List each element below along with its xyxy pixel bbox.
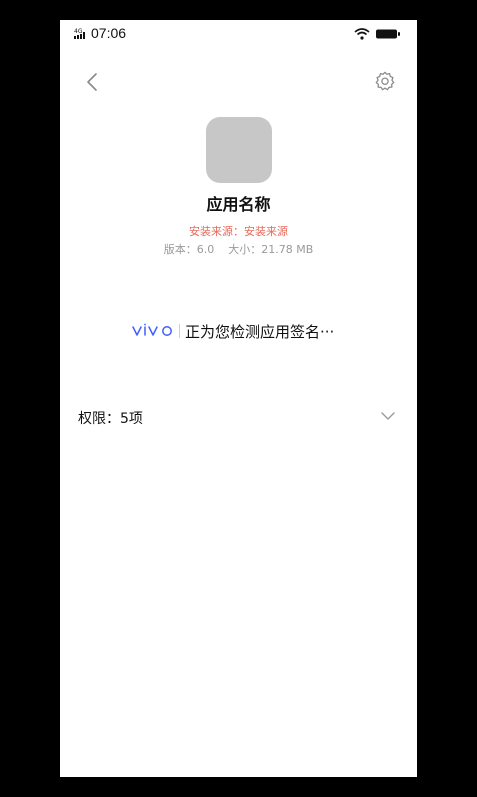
vivo-logo [132,323,172,336]
signal-label: 4G [74,28,83,35]
signal-icon: 4G [74,28,85,39]
permissions-label: 权限：5项 [78,411,143,427]
chevron-left-icon[interactable] [82,70,102,94]
app-version: 版本：6.0 [163,243,215,256]
status-time: 07:06 [91,25,127,41]
scan-status-text: 正为您检测应用签名··· [185,323,335,341]
install-source: 安装来源：安装来源 [189,225,288,238]
wifi-icon [354,28,370,40]
app-meta: 版本：6.0 大小：21.78 MB [60,241,417,257]
gear-icon[interactable] [374,70,396,92]
app-size: 大小：21.78 MB [228,243,314,256]
chevron-down-icon[interactable] [380,409,396,423]
app-name: 应用名称 [206,195,271,214]
status-bar: 4G 07:06 [60,20,417,48]
battery-icon [376,29,400,39]
brand-divider [179,324,180,338]
app-icon [206,117,272,183]
phone-screen: 4G 07:06 应用名称 安装来源：安装来源 版本：6.0 大小：21.78 M… [60,20,417,777]
